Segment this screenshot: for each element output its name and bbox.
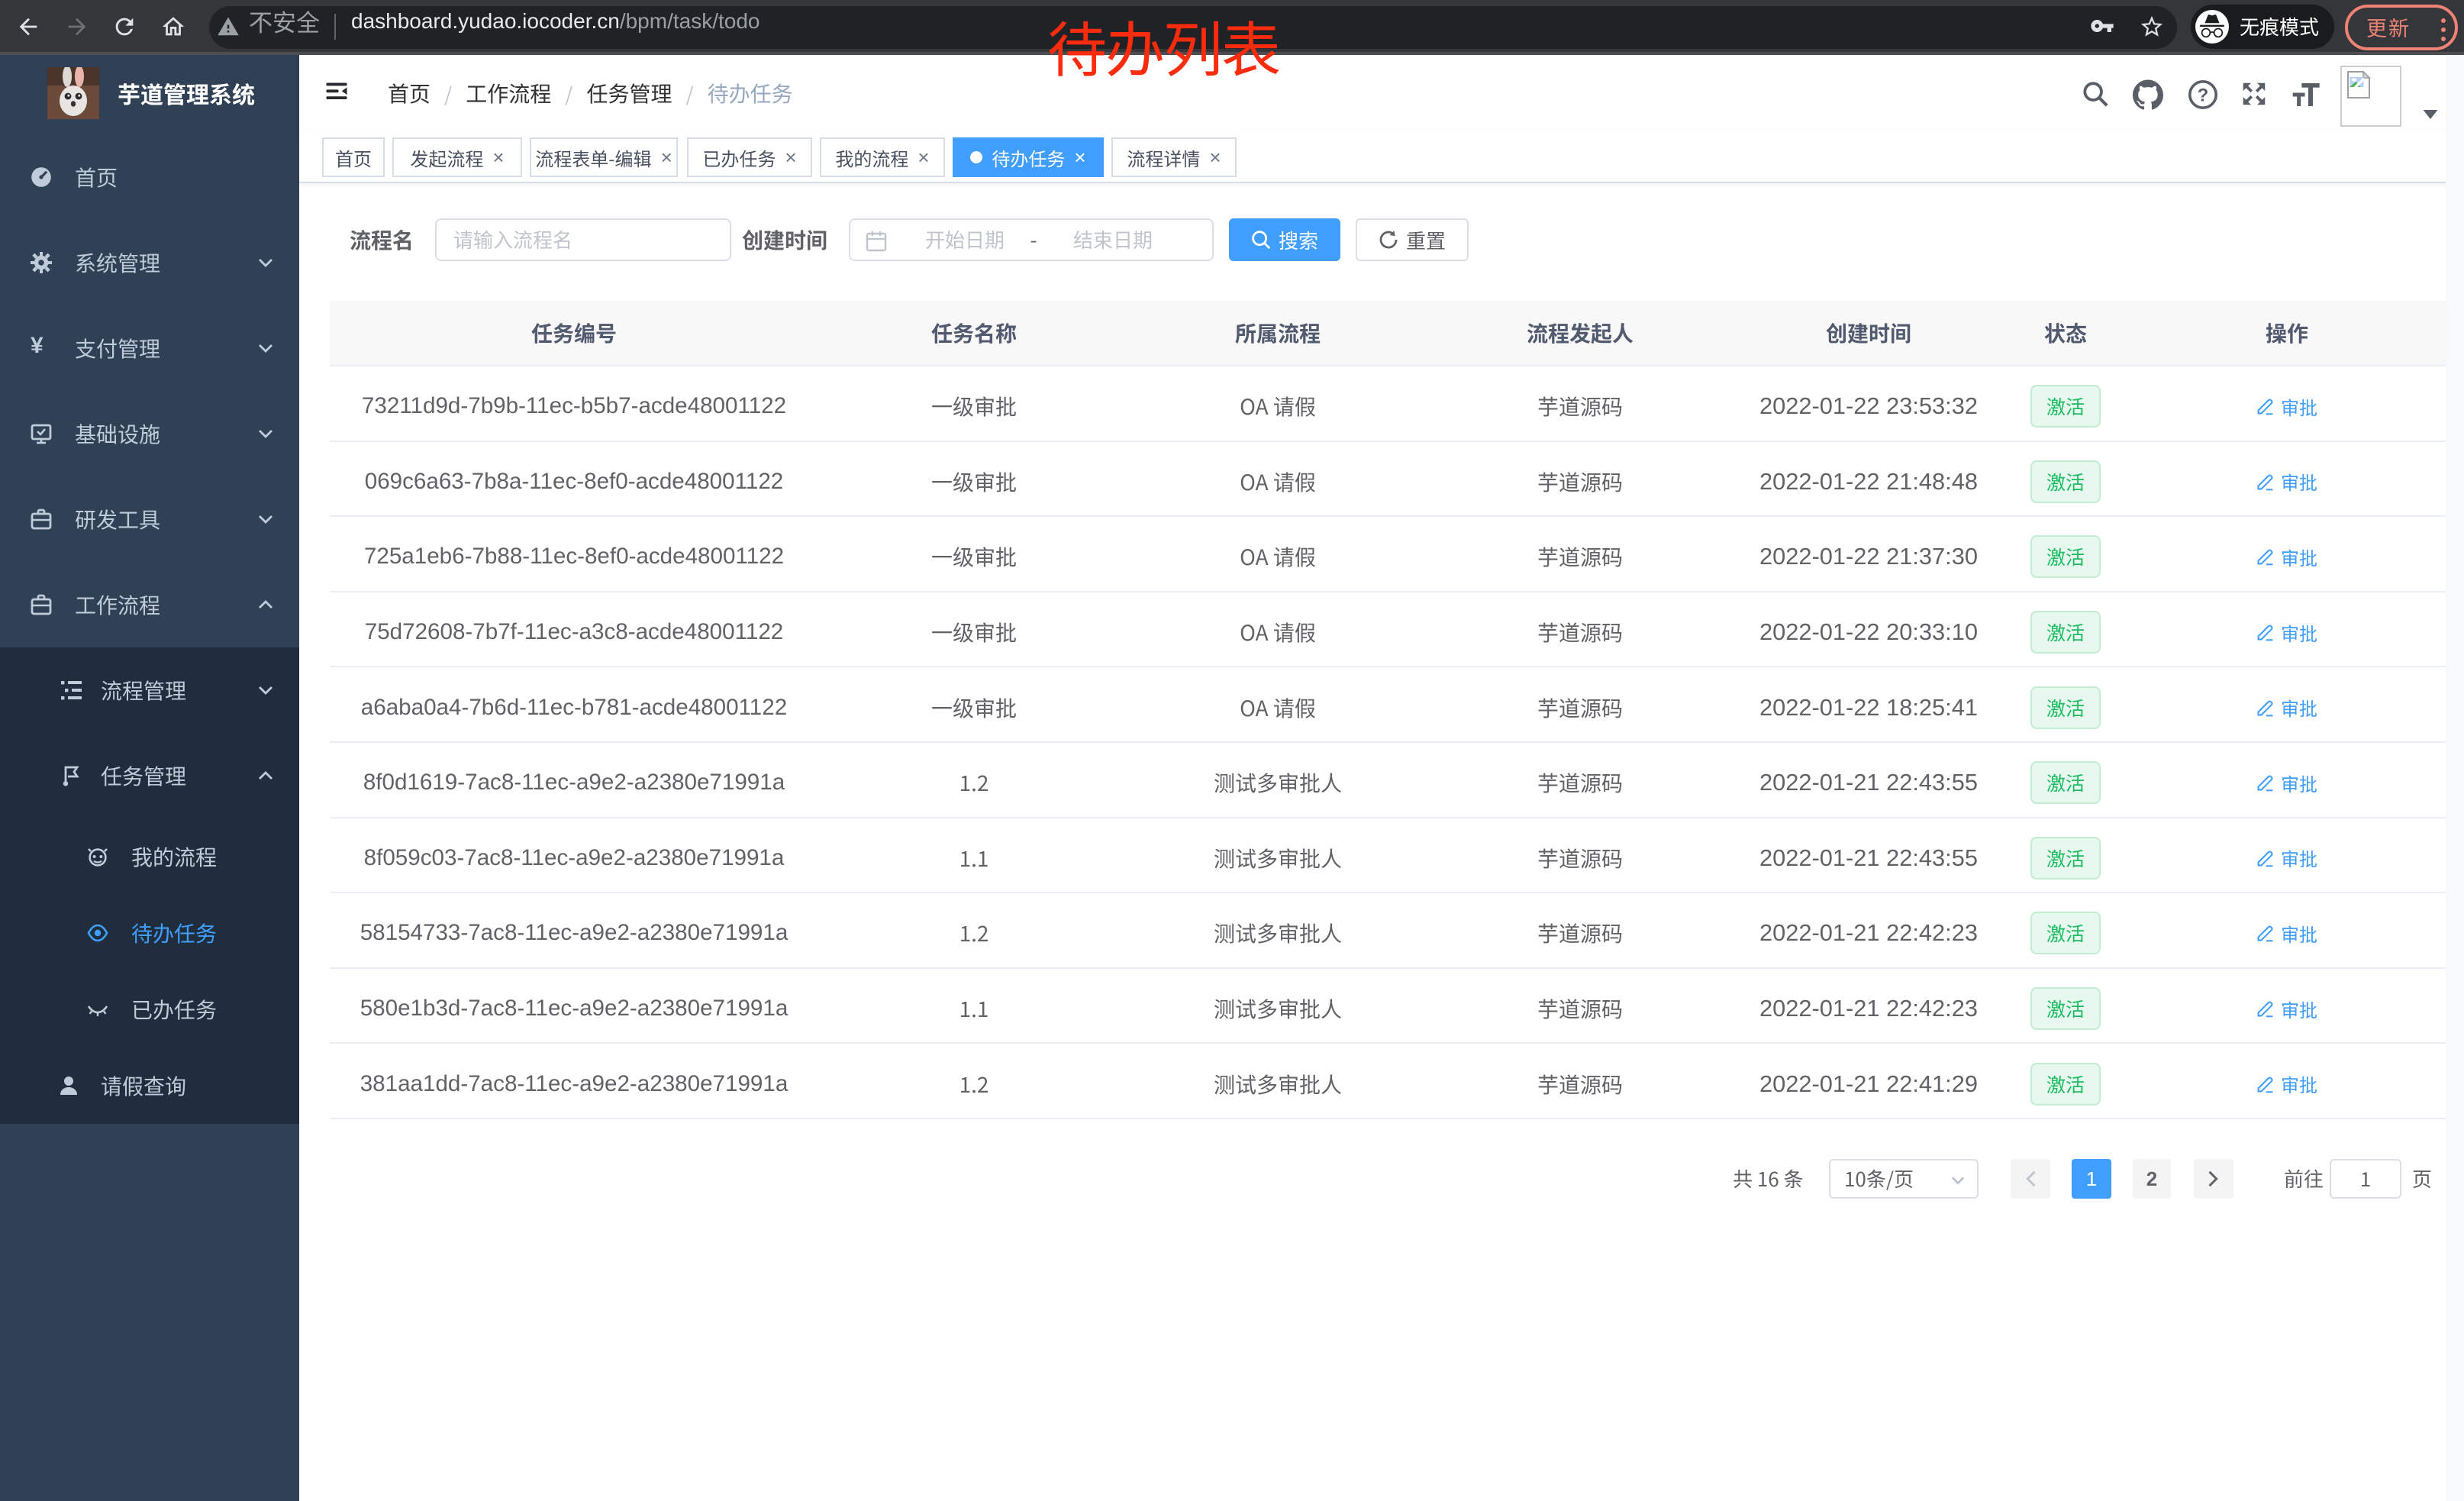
svg-text:?: ? [2198,85,2209,105]
